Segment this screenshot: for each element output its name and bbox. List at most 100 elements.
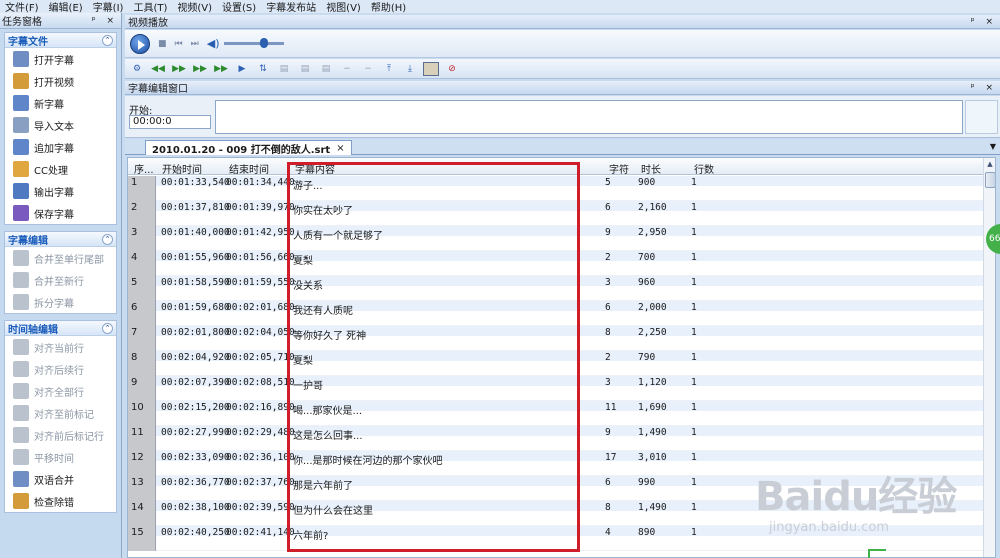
cell-end-time[interactable]: 00:02:04,050 [226,327,295,338]
cell-start-time[interactable]: 00:01:37,810 [161,202,230,213]
cell-end-time[interactable]: 00:02:08,510 [226,377,295,388]
volume-slider-knob[interactable] [259,38,268,48]
cell-chars[interactable]: 9 [605,227,611,238]
cell-duration[interactable]: 900 [638,177,655,188]
task-group-header[interactable]: 字幕编辑 ⌃ [5,232,116,247]
cell-duration[interactable]: 990 [638,477,655,488]
row-number[interactable]: 5 [128,276,156,301]
task-item-2-2[interactable]: 对齐全部行 [5,380,116,402]
cell-duration[interactable]: 700 [638,252,655,263]
menu-item-2[interactable]: 字幕(I) [88,0,129,14]
row-number[interactable]: 7 [128,326,156,351]
col-duration[interactable]: 时长 [641,161,661,176]
cell-start-time[interactable]: 00:02:33,090 [161,452,230,463]
task-item-2-1[interactable]: 对齐后续行 [5,358,116,380]
cell-lines[interactable]: 1 [691,452,697,463]
menu-item-7[interactable]: 视图(V) [321,0,366,14]
cell-start-time[interactable]: 00:02:38,100 [161,502,230,513]
cell-chars[interactable]: 3 [605,377,611,388]
menu-item-3[interactable]: 工具(T) [128,0,172,14]
cell-start-time[interactable]: 00:01:40,000 [161,227,230,238]
row-number[interactable]: 1 [128,176,156,201]
cell-start-time[interactable]: 00:02:27,990 [161,427,230,438]
row-number[interactable]: 13 [128,476,156,501]
col-index[interactable]: 序... [134,161,154,176]
cell-start-time[interactable]: 00:02:04,920 [161,352,230,363]
task-item-1-1[interactable]: 合并至新行 [5,269,116,291]
cell-end-time[interactable]: 00:01:59,550 [226,277,295,288]
cell-chars[interactable]: 2 [605,352,611,363]
collapse-chevron-icon[interactable]: ⌃ [102,322,113,334]
task-item-2-7[interactable]: 检查除错 [5,490,116,512]
dash-icon[interactable]: − [360,62,376,76]
swap-icon[interactable]: ⇅ [255,62,271,76]
cell-end-time[interactable]: 00:02:01,680 [226,302,295,313]
tab-subtitle-file[interactable]: 2010.01.20 - 009 打不倒的敌人.srt × [145,140,352,156]
col-chars[interactable]: 字符 [609,161,629,176]
cell-lines[interactable]: 1 [691,352,697,363]
cell-end-time[interactable]: 00:02:16,890 [226,402,295,413]
cell-start-time[interactable]: 00:02:36,770 [161,477,230,488]
task-item-0-5[interactable]: CC处理 [5,158,116,180]
cell-duration[interactable]: 3,010 [638,452,667,463]
volume-slider[interactable] [223,38,284,48]
row-number[interactable]: 10 [128,401,156,426]
cell-start-time[interactable]: 00:02:15,200 [161,402,230,413]
menu-item-5[interactable]: 设置(S) [217,0,261,14]
play-step-icon[interactable]: ▶ [234,62,250,76]
cell-end-time[interactable]: 00:01:42,950 [226,227,295,238]
col-start-time[interactable]: 开始时间 [162,161,202,176]
align-center-icon[interactable]: ▤ [297,62,313,76]
cell-chars[interactable]: 2 [605,252,611,263]
task-item-0-3[interactable]: 导入文本 [5,114,116,136]
screen-icon[interactable] [423,61,439,76]
cell-lines[interactable]: 1 [691,427,697,438]
menu-item-6[interactable]: 字幕发布站 [261,0,321,14]
insert-above-icon[interactable]: ⤒ [381,62,397,76]
cell-start-time[interactable]: 00:02:07,390 [161,377,230,388]
cell-duration[interactable]: 1,690 [638,402,667,413]
edit-panel-controls[interactable]: ᵖ × [971,83,1000,93]
cell-duration[interactable]: 890 [638,527,655,538]
row-number[interactable]: 12 [128,451,156,476]
task-item-0-0[interactable]: 打开字幕 [5,48,116,70]
row-number[interactable]: 14 [128,501,156,526]
task-item-2-5[interactable]: 平移时间 [5,446,116,468]
settings-gear-icon[interactable]: ⚙ [129,62,145,76]
cell-duration[interactable]: 2,160 [638,202,667,213]
cell-lines[interactable]: 1 [691,327,697,338]
cell-chars[interactable]: 8 [605,502,611,513]
volume-icon[interactable]: ◀) [207,37,220,50]
task-item-1-2[interactable]: 拆分字幕 [5,291,116,313]
menu-item-4[interactable]: 视频(V) [172,0,217,14]
col-end-time[interactable]: 结束时间 [229,161,269,176]
cell-chars[interactable]: 17 [605,452,616,463]
cell-duration[interactable]: 790 [638,352,655,363]
task-group-header[interactable]: 字幕文件 ⌃ [5,33,116,48]
menu-item-8[interactable]: 帮助(H) [366,0,411,14]
start-time-field[interactable]: 00:00:0 [129,115,211,129]
cell-start-time[interactable]: 00:01:59,680 [161,302,230,313]
cell-duration[interactable]: 1,120 [638,377,667,388]
cell-lines[interactable]: 1 [691,502,697,513]
cell-lines[interactable]: 1 [691,202,697,213]
task-item-0-7[interactable]: 保存字幕 [5,202,116,224]
cell-lines[interactable]: 1 [691,277,697,288]
row-number[interactable]: 4 [128,251,156,276]
cell-lines[interactable]: 1 [691,402,697,413]
cell-lines[interactable]: 1 [691,477,697,488]
task-group-header[interactable]: 时间轴编辑 ⌃ [5,321,116,336]
cell-lines[interactable]: 1 [691,227,697,238]
cell-duration[interactable]: 1,490 [638,427,667,438]
tab-close-icon[interactable]: × [336,143,344,154]
cell-duration[interactable]: 2,250 [638,327,667,338]
cell-end-time[interactable]: 00:02:41,140 [226,527,295,538]
cell-start-time[interactable]: 00:01:58,590 [161,277,230,288]
minus-icon[interactable]: − [339,62,355,76]
task-item-2-4[interactable]: 对齐前后标记行 [5,424,116,446]
row-number[interactable]: 6 [128,301,156,326]
row-number[interactable]: 15 [128,526,156,551]
cell-end-time[interactable]: 00:02:05,710 [226,352,295,363]
menu-item-0[interactable]: 文件(F) [0,0,44,14]
cell-lines[interactable]: 1 [691,302,697,313]
